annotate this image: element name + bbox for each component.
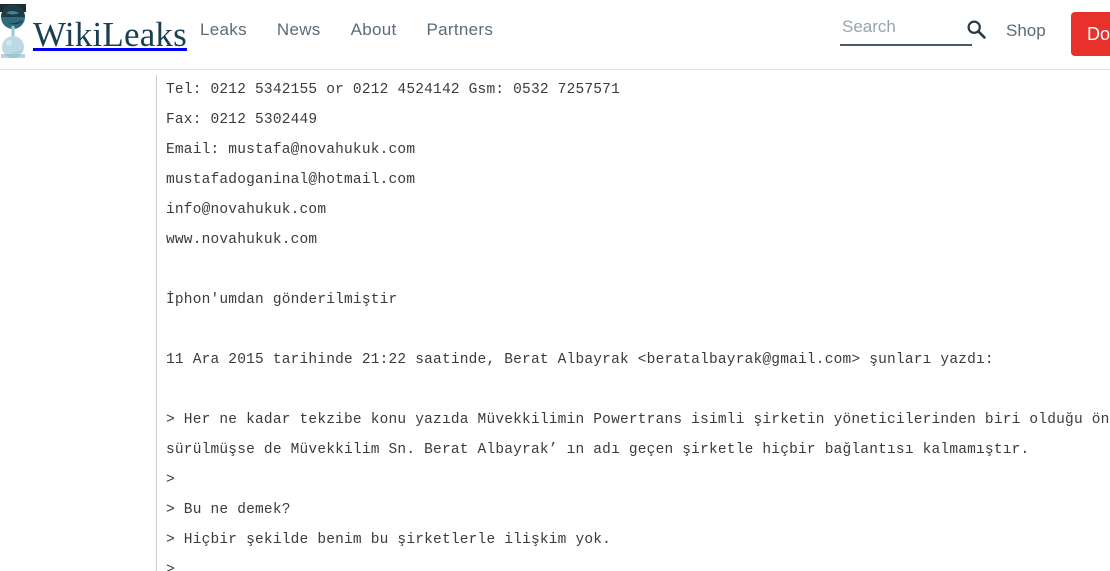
document-body: Tel: 0212 5342155 or 0212 4524142 Gsm: 0… [0, 70, 1110, 571]
search-input[interactable] [840, 14, 972, 46]
mail-line: www.novahukuk.com [166, 232, 318, 248]
mail-line-spacer [166, 315, 1110, 345]
mail-line: > Her ne kadar tekzibe konu yazıda Müvek… [166, 412, 1110, 458]
mail-line-spacer [166, 255, 1110, 285]
main-navigation: Leaks News About Partners [200, 20, 493, 40]
mail-line: > Bu ne demek? [166, 502, 291, 518]
shop-link[interactable]: Shop [1006, 21, 1046, 41]
mail-line: mustafadoganinal@hotmail.com [166, 172, 416, 188]
mail-line: Fax: 0212 5302449 [166, 112, 318, 128]
mail-line-spacer [166, 375, 1110, 405]
mail-line: İphon'umdan gönderilmiştir [166, 292, 398, 308]
donate-button[interactable]: Donate [1071, 12, 1110, 56]
mail-line: Email: mustafa@novahukuk.com [166, 142, 416, 158]
mail-line: > [166, 562, 175, 571]
search-icon[interactable] [966, 19, 986, 39]
wikileaks-hourglass-logo-icon [0, 4, 29, 59]
nav-item-partners[interactable]: Partners [427, 20, 494, 40]
nav-item-news[interactable]: News [277, 20, 321, 40]
site-header: WikiLeaks Leaks News About Partners Shop… [0, 0, 1110, 70]
mail-line: info@novahukuk.com [166, 202, 327, 218]
nav-item-leaks[interactable]: Leaks [200, 20, 247, 40]
mail-line: > [166, 472, 175, 488]
mail-line: Tel: 0212 5342155 or 0212 4524142 Gsm: 0… [166, 82, 620, 98]
mail-line: 11 Ara 2015 tarihinde 21:22 saatinde, Be… [166, 352, 994, 368]
email-quote-block: Tel: 0212 5342155 or 0212 4524142 Gsm: 0… [156, 75, 1110, 571]
mail-line: > Hiçbir şekilde benim bu şirketlerle il… [166, 532, 612, 548]
brand-home-link[interactable]: WikiLeaks [0, 0, 187, 69]
brand-name: WikiLeaks [33, 15, 187, 54]
nav-item-about[interactable]: About [351, 20, 397, 40]
